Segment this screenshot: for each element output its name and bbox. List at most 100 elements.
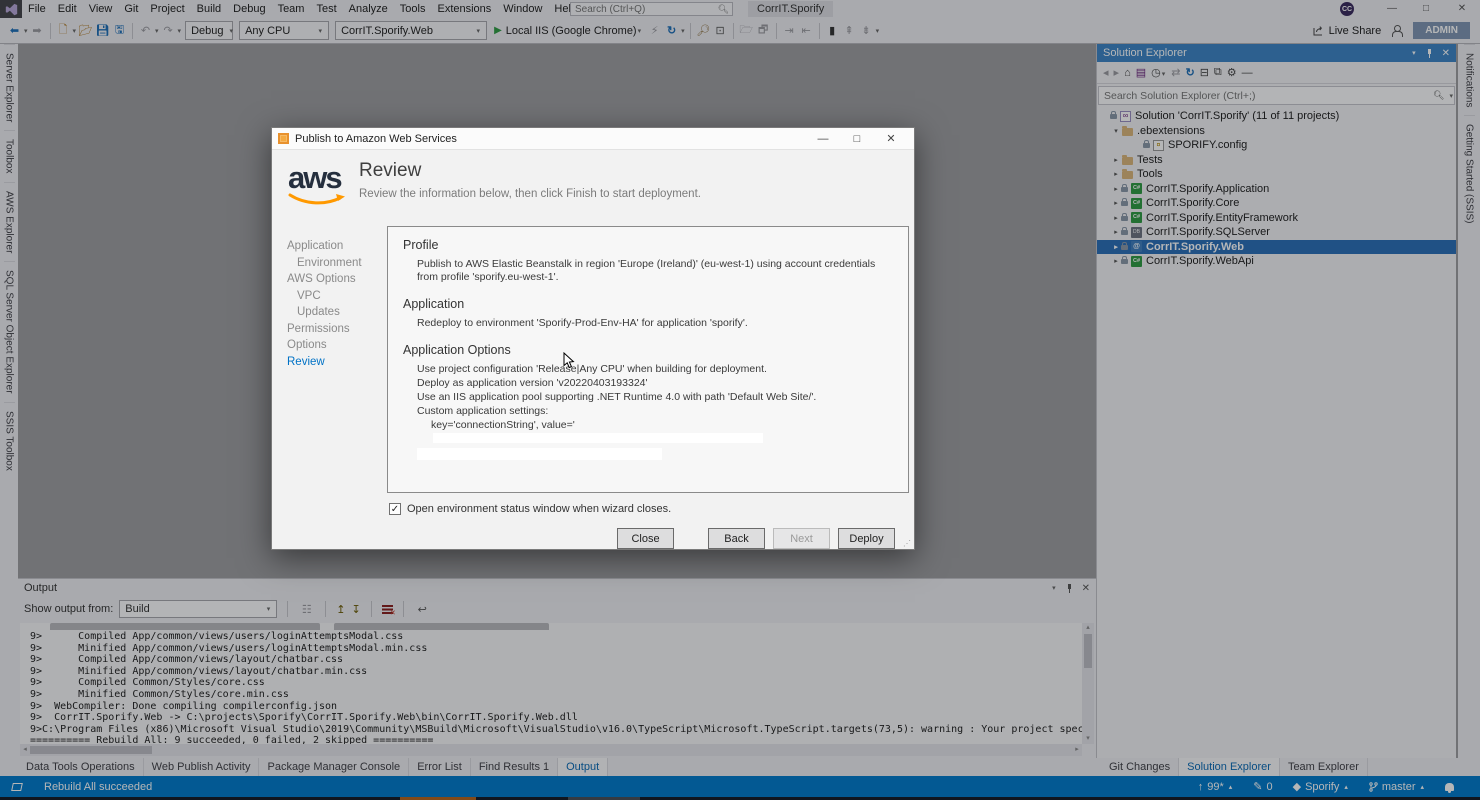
bookmark-dropdown[interactable]: ▾ (876, 27, 880, 35)
menu-analyze[interactable]: Analyze (343, 0, 394, 18)
navigate-back-icon[interactable]: ⬅︎ (7, 24, 22, 37)
bottom-tab-output[interactable]: Output (558, 758, 608, 776)
dialog-nav-vpc[interactable]: VPC (287, 288, 383, 305)
menu-tools[interactable]: Tools (394, 0, 432, 18)
code-window-icon[interactable]: ⊡ (713, 24, 728, 37)
outgoing-commits-indicator[interactable]: ↑ 99* ▴ (1198, 781, 1234, 793)
bookmark-icon[interactable]: ▮ (825, 24, 840, 37)
pending-edits-indicator[interactable]: ✎ 0 (1253, 780, 1272, 793)
menu-file[interactable]: File (22, 0, 52, 18)
left-tab-toolbox[interactable]: Toolbox (4, 130, 15, 181)
bottom-tab-error-list[interactable]: Error List (409, 758, 471, 776)
expander-icon[interactable]: ▸ (1111, 243, 1121, 251)
menu-test[interactable]: Test (310, 0, 342, 18)
right-tab-getting-started-ssis[interactable]: Getting Started (SSIS) (1464, 115, 1475, 232)
menu-view[interactable]: View (83, 0, 119, 18)
collapse-all-icon[interactable]: ⊟ (1200, 66, 1209, 79)
menu-window[interactable]: Window (497, 0, 548, 18)
new-file-dropdown[interactable]: ▾ (73, 27, 77, 35)
left-tab-ssis-toolbox[interactable]: SSIS Toolbox (4, 402, 15, 479)
resize-grip[interactable]: ⋰ (903, 539, 911, 548)
bottom-tab-find-results-1[interactable]: Find Results 1 (471, 758, 558, 776)
menu-build[interactable]: Build (191, 0, 227, 18)
checkbox[interactable]: ✓ (389, 503, 401, 515)
open-file-icon[interactable]: 📂︎ (78, 24, 93, 37)
save-icon[interactable]: 💾︎ (95, 24, 110, 37)
dialog-nav-updates[interactable]: Updates (287, 304, 383, 321)
pending-changes-filter-icon[interactable]: ◷▾ (1151, 66, 1166, 79)
dialog-maximize-button[interactable]: □ (840, 128, 874, 150)
home-icon[interactable]: ⌂ (1124, 67, 1131, 79)
window-position-dropdown-icon[interactable]: ▾ (1412, 49, 1416, 57)
close-icon[interactable]: ✕ (1082, 583, 1090, 594)
scrollbar-thumb[interactable] (30, 746, 152, 754)
tree-item-corrit-sporify-entityframework[interactable]: ▸CorrIT.Sporify.EntityFramework (1097, 211, 1456, 226)
open-status-window-option[interactable]: ✓ Open environment status window when wi… (389, 503, 671, 515)
account-avatar[interactable]: CC (1340, 2, 1354, 16)
search-options-dropdown[interactable]: ▾ (1449, 92, 1453, 100)
left-tab-server-explorer[interactable]: Server Explorer (4, 44, 15, 130)
toggle-word-wrap-icon[interactable]: ↩ (415, 603, 430, 616)
scrollbar-thumb[interactable] (1084, 634, 1092, 668)
menu-git[interactable]: Git (118, 0, 144, 18)
properties-wrench-icon[interactable]: ⚙︎ (1227, 66, 1237, 79)
start-debugging-button[interactable]: ▶ Local IIS (Google Chrome) ▾ (494, 25, 642, 37)
window-position-dropdown-icon[interactable]: ▾ (1052, 584, 1056, 592)
output-panel-titlebar[interactable]: Output ▾ ✕ (18, 579, 1096, 597)
tree-item-corrit-sporify-core[interactable]: ▸CorrIT.Sporify.Core (1097, 196, 1456, 211)
refresh-icon[interactable]: ↻ (1185, 66, 1194, 79)
bottom-tab-data-tools-operations[interactable]: Data Tools Operations (18, 758, 144, 776)
expander-icon[interactable]: ▸ (1111, 199, 1121, 207)
expander-icon[interactable]: ▸ (1111, 257, 1121, 265)
tree-item-ebextensions[interactable]: ▾.ebextensions (1097, 124, 1456, 139)
menu-debug[interactable]: Debug (227, 0, 271, 18)
solution-explorer-titlebar[interactable]: Solution Explorer ▾ ✕ (1097, 44, 1456, 62)
preview-selected-items-icon[interactable]: — (1242, 67, 1253, 79)
tree-item-tools[interactable]: ▸Tools (1097, 167, 1456, 182)
expander-icon[interactable]: ▸ (1111, 170, 1121, 178)
scroll-up-icon[interactable]: ▴ (1082, 623, 1094, 633)
tree-item-solution-corrit-sporify-11-of-11-projects[interactable]: Solution 'CorrIT.Sporify' (11 of 11 proj… (1097, 109, 1456, 124)
dialog-nav-permissions[interactable]: Permissions (287, 321, 383, 338)
solution-explorer-search-input[interactable] (1099, 90, 1433, 102)
pin-icon[interactable] (1066, 584, 1073, 593)
expander-icon[interactable]: ▸ (1111, 214, 1121, 222)
tree-item-sporify-config[interactable]: SPORIFY.config (1097, 138, 1456, 153)
output-vertical-scrollbar[interactable]: ▴ ▾ (1082, 623, 1094, 744)
menu-team[interactable]: Team (272, 0, 311, 18)
quick-search-input[interactable] (571, 4, 718, 15)
tree-item-corrit-sporify-web[interactable]: ▸CorrIT.Sporify.Web (1097, 240, 1456, 255)
notifications-bell-icon[interactable] (1445, 783, 1454, 791)
expander-icon[interactable]: ▸ (1111, 228, 1121, 236)
quick-search-box[interactable]: 🔍︎ (570, 2, 733, 16)
output-source-dropdown[interactable]: Build▾ (119, 600, 277, 618)
dialog-close-button[interactable]: ✕ (874, 128, 908, 150)
side-tab-git-changes[interactable]: Git Changes (1101, 758, 1179, 776)
dialog-minimize-button[interactable]: — (806, 128, 840, 150)
dialog-titlebar[interactable]: Publish to Amazon Web Services — □ ✕ (272, 128, 914, 150)
solution-configuration-dropdown[interactable]: Debug▾ (185, 21, 233, 40)
left-tab-aws-explorer[interactable]: AWS Explorer (4, 182, 15, 261)
window-maximize-button[interactable]: □ (1412, 0, 1440, 18)
side-tab-solution-explorer[interactable]: Solution Explorer (1179, 758, 1280, 776)
dialog-nav-options[interactable]: Options (287, 337, 383, 354)
previous-message-icon[interactable]: ↥ (336, 603, 345, 616)
scroll-down-icon[interactable]: ▾ (1082, 734, 1094, 744)
show-all-files-icon[interactable]: ⧉ (1214, 66, 1222, 79)
solution-platform-dropdown[interactable]: Any CPU▾ (239, 21, 329, 40)
bottom-tab-web-publish-activity[interactable]: Web Publish Activity (144, 758, 260, 776)
tree-item-tests[interactable]: ▸Tests (1097, 153, 1456, 168)
refresh-icon[interactable]: ↻ (664, 24, 679, 37)
tree-item-corrit-sporify-application[interactable]: ▸CorrIT.Sporify.Application (1097, 182, 1456, 197)
clear-all-icon[interactable] (382, 605, 393, 614)
save-all-icon[interactable]: 🖫︎ (112, 21, 127, 40)
bottom-tab-package-manager-console[interactable]: Package Manager Console (259, 758, 409, 776)
dialog-nav-application[interactable]: Application (287, 238, 383, 255)
side-tab-team-explorer[interactable]: Team Explorer (1280, 758, 1368, 776)
close-button[interactable]: Close (617, 528, 674, 549)
scroll-left-icon[interactable]: ◂ (20, 744, 30, 756)
menu-extensions[interactable]: Extensions (431, 0, 497, 18)
admin-button[interactable]: ADMIN (1413, 22, 1470, 39)
solution-explorer-search-box[interactable]: 🔍︎ ▾ (1098, 86, 1455, 105)
back-button[interactable]: Back (708, 528, 765, 549)
